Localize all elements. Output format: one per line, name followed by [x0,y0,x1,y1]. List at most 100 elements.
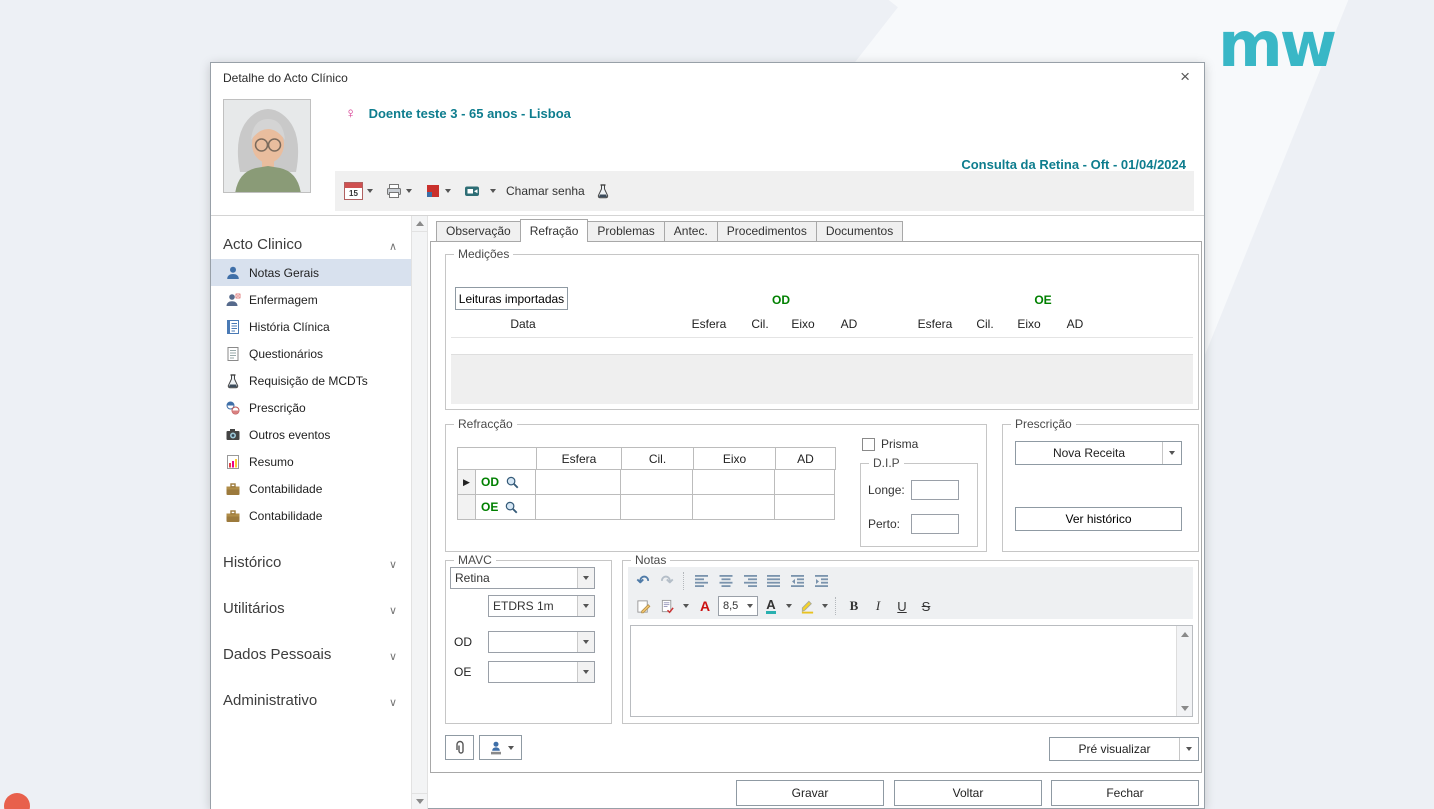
notas-legend: Notas [631,553,670,567]
video-button[interactable] [461,181,483,201]
mavc-exam-combobox[interactable]: Retina [450,567,595,589]
sidebar-section-historico[interactable]: Histórico ∨ [211,551,411,577]
sidebar-section-utilitarios[interactable]: Utilitários ∨ [211,597,411,623]
font-color-button[interactable]: A [694,595,716,617]
prisma-checkbox-row[interactable]: Prisma [862,437,918,451]
sidebar-item-contabilidade-1[interactable]: Contabilidade [211,475,411,502]
tab-problemas[interactable]: Problemas [587,221,664,241]
outdent-icon[interactable] [787,570,809,592]
sidebar-item-contabilidade-2[interactable]: Contabilidade [211,502,411,529]
video-camera-icon [464,183,480,199]
mavc-oe-combobox[interactable] [488,661,595,683]
dip-group: D.I.P Longe: Perto: [860,463,978,547]
sidebar-item-enfermagem[interactable]: Enfermagem [211,286,411,313]
chevron-down-icon[interactable] [784,595,794,617]
stamp-person-icon [488,740,504,756]
close-icon[interactable]: × [1180,67,1190,87]
redo-button[interactable]: ↷ [656,570,678,592]
align-justify-icon[interactable] [763,570,785,592]
sidebar-item-prescricao[interactable]: Prescrição [211,394,411,421]
notas-textarea[interactable] [630,625,1193,717]
align-right-icon[interactable] [739,570,761,592]
chevron-down-icon[interactable] [577,662,594,682]
prisma-checkbox[interactable] [862,438,875,451]
magnifier-icon[interactable] [504,500,519,515]
strikethrough-button[interactable]: S [915,595,937,617]
scroll-down-arrow[interactable] [412,793,427,809]
mavc-scale-combobox[interactable]: ETDRS 1m [488,595,595,617]
refraccao-od-label-cell: OD [476,470,536,495]
italic-button[interactable]: I [867,595,889,617]
oe-cil-cell[interactable] [621,495,693,520]
chevron-down-icon[interactable] [577,568,594,588]
stamp-button[interactable] [479,735,522,760]
flask-icon[interactable] [595,183,611,199]
leituras-importadas-button[interactable]: Leituras importadas [455,287,568,310]
perto-input[interactable] [911,514,959,534]
align-center-icon[interactable] [715,570,737,592]
chevron-down-icon[interactable] [490,189,496,193]
gravar-button[interactable]: Gravar [736,780,884,806]
scroll-up-arrow[interactable] [412,216,427,232]
sidebar-section-acto-clinico[interactable]: Acto Clinico ∧ [211,233,411,259]
tab-antec[interactable]: Antec. [664,221,718,241]
nova-receita-button[interactable]: Nova Receita [1015,441,1182,465]
agenda-button[interactable]: 15 [341,180,376,202]
mavc-od-combobox[interactable] [488,631,595,653]
voltar-button[interactable]: Voltar [894,780,1042,806]
underline-button[interactable]: U [891,595,913,617]
sidebar-item-notas-gerais[interactable]: Notas Gerais [211,259,411,286]
align-left-icon[interactable] [691,570,713,592]
magnifier-icon[interactable] [505,475,520,490]
spellcheck-icon[interactable] [656,595,678,617]
highlight-color-button[interactable] [796,595,818,617]
tab-observacao[interactable]: Observação [436,221,521,241]
sidebar-scrollbar[interactable] [411,216,428,809]
red-tag-button[interactable] [422,181,454,201]
chevron-down-icon[interactable] [577,596,594,616]
oe-ad-cell[interactable] [775,495,835,520]
section-label: Histórico [223,554,281,571]
oe-eixo-cell[interactable] [693,495,775,520]
sidebar-item-outros-eventos[interactable]: Outros eventos [211,421,411,448]
chevron-down-icon [406,189,412,193]
edit-note-icon[interactable] [632,595,654,617]
chamar-senha-button[interactable]: Chamar senha [503,182,588,200]
sidebar-item-historia-clinica[interactable]: História Clínica [211,313,411,340]
chevron-down-icon[interactable] [680,595,692,617]
font-size-combobox[interactable]: 8,5 [718,596,758,616]
oe-esfera-cell[interactable] [536,495,621,520]
refraccao-group: Refracção Esfera Cil. Eixo AD ▶ [445,424,987,552]
longe-input[interactable] [911,480,959,500]
ver-historico-button[interactable]: Ver histórico [1015,507,1182,531]
print-button[interactable] [383,181,415,201]
od-esfera-cell[interactable] [536,470,621,495]
tab-procedimentos[interactable]: Procedimentos [717,221,817,241]
sidebar-section-administrativo[interactable]: Administrativo ∨ [211,689,411,715]
pre-visualizar-button[interactable]: Pré visualizar [1049,737,1199,761]
chevron-down-icon[interactable] [577,632,594,652]
undo-button[interactable]: ↶ [632,570,654,592]
bold-button[interactable]: B [843,595,865,617]
clinical-history-icon [225,319,241,335]
scroll-up-arrow[interactable] [1177,626,1192,642]
od-ad-cell[interactable] [775,470,835,495]
fechar-button[interactable]: Fechar [1051,780,1199,806]
od-eixo-cell[interactable] [693,470,775,495]
attachment-button[interactable] [445,735,474,760]
sidebar-item-questionarios[interactable]: Questionários [211,340,411,367]
chevron-down-icon[interactable] [1162,442,1181,464]
tab-documentos[interactable]: Documentos [816,221,903,241]
notas-scrollbar[interactable] [1176,626,1192,716]
indent-icon[interactable] [811,570,833,592]
sidebar-section-dados-pessoais[interactable]: Dados Pessoais ∨ [211,643,411,669]
chevron-down-icon[interactable] [820,595,830,617]
scroll-down-arrow[interactable] [1177,700,1192,716]
tab-refracao[interactable]: Refração [520,219,589,242]
chevron-down-icon[interactable] [1179,738,1198,760]
sidebar-item-requisicao-mcdts[interactable]: Requisição de MCDTs [211,367,411,394]
od-cil-cell[interactable] [621,470,693,495]
underline-color-button[interactable]: A [760,595,782,617]
sidebar-item-resumo[interactable]: Resumo [211,448,411,475]
chevron-down-icon[interactable] [743,604,757,608]
